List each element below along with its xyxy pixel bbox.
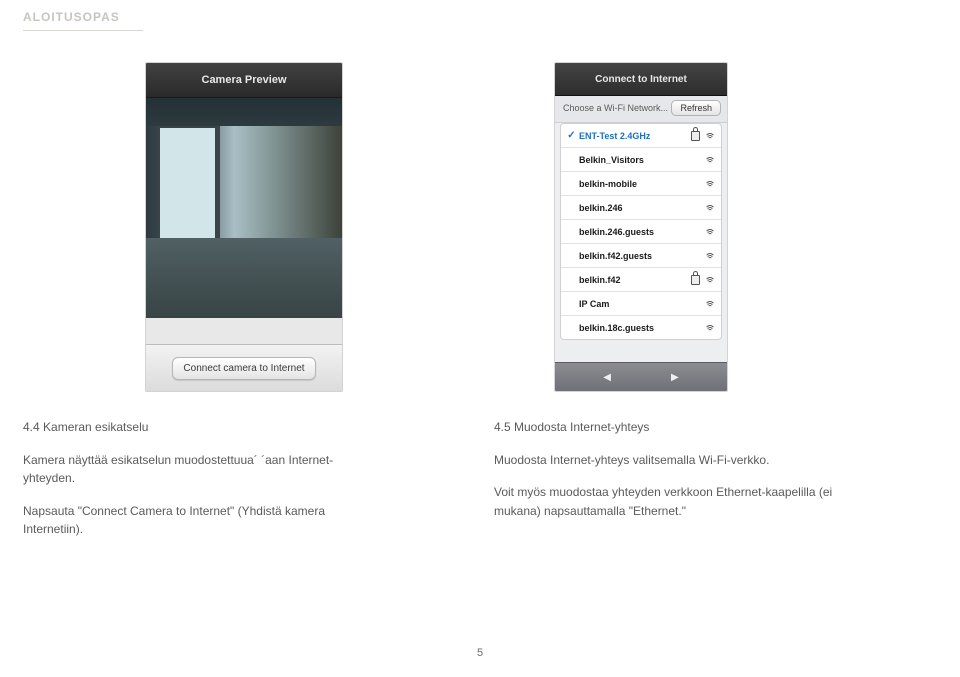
wifi-signal-icon: [705, 299, 715, 308]
choose-network-label: Choose a Wi-Fi Network...: [563, 103, 668, 113]
checkmark-icon: ✓: [567, 130, 576, 141]
connect-camera-button[interactable]: Connect camera to Internet: [172, 357, 315, 380]
choose-network-row: Choose a Wi-Fi Network... Refresh: [555, 96, 727, 123]
wifi-network-row[interactable]: ✓belkin-mobile: [561, 172, 721, 196]
body-text: Voit myös muodostaa yhteyden verkkoon Et…: [494, 483, 854, 520]
wifi-network-row[interactable]: ✓belkin.f42: [561, 268, 721, 292]
wifi-signal-icon: [705, 227, 715, 236]
body-text: Napsauta "Connect Camera to Internet" (Y…: [23, 502, 383, 539]
camera-preview-image: [146, 98, 342, 318]
wifi-signal-icon: [705, 179, 715, 188]
lock-icon: [691, 275, 700, 285]
wifi-network-list: ✓ENT-Test 2.4GHz✓Belkin_Visitors✓belkin-…: [560, 123, 722, 340]
wifi-network-row[interactable]: ✓belkin.f42.guests: [561, 244, 721, 268]
body-text: Kamera näyttää esikatselun muodostettuua…: [23, 451, 383, 488]
wifi-network-name: belkin.246.guests: [579, 227, 654, 237]
section-heading-4-4: 4.4 Kameran esikatselu: [23, 418, 383, 437]
screenshot-connect-internet: Connect to Internet Choose a Wi-Fi Netwo…: [554, 62, 728, 392]
left-text-column: 4.4 Kameran esikatselu Kamera näyttää es…: [23, 418, 383, 553]
wifi-network-name: belkin.f42: [579, 275, 621, 285]
wifi-signal-icon: [705, 155, 715, 164]
wifi-network-name: belkin.f42.guests: [579, 251, 652, 261]
wifi-signal-icon: [705, 275, 715, 284]
wifi-signal-icon: [705, 251, 715, 260]
wifi-network-name: Belkin_Visitors: [579, 155, 644, 165]
wifi-network-name: belkin-mobile: [579, 179, 637, 189]
wifi-signal-icon: [705, 131, 715, 140]
wifi-network-row[interactable]: ✓belkin.18c.guests: [561, 316, 721, 339]
wifi-network-row[interactable]: ✓Belkin_Visitors: [561, 148, 721, 172]
wifi-signal-icon: [705, 203, 715, 212]
wifi-network-row[interactable]: ✓ENT-Test 2.4GHz: [561, 124, 721, 148]
wifi-network-name: belkin.18c.guests: [579, 323, 654, 333]
body-text: Muodosta Internet-yhteys valitsemalla Wi…: [494, 451, 854, 470]
wifi-network-row[interactable]: ✓IP Cam: [561, 292, 721, 316]
wifi-network-name: IP Cam: [579, 299, 609, 309]
nav-next-icon[interactable]: ▶: [671, 372, 679, 383]
camera-preview-titlebar: Camera Preview: [146, 63, 342, 98]
right-text-column: 4.5 Muodosta Internet-yhteys Muodosta In…: [494, 418, 854, 534]
section-heading-4-5: 4.5 Muodosta Internet-yhteys: [494, 418, 854, 437]
camera-preview-toolbar: Connect camera to Internet: [146, 344, 342, 391]
wifi-signal-icon: [705, 323, 715, 332]
connect-internet-titlebar: Connect to Internet: [555, 63, 727, 96]
wifi-network-row[interactable]: ✓belkin.246.guests: [561, 220, 721, 244]
lock-icon: [691, 131, 700, 141]
screenshot-camera-preview: Camera Preview Connect camera to Interne…: [145, 62, 343, 392]
wifi-network-row[interactable]: ✓belkin.246: [561, 196, 721, 220]
nav-prev-icon[interactable]: ◀: [603, 372, 611, 383]
page-header: ALOITUSOPAS: [23, 10, 120, 24]
page-number: 5: [0, 647, 960, 659]
refresh-button[interactable]: Refresh: [671, 100, 721, 116]
wifi-network-name: belkin.246: [579, 203, 623, 213]
wifi-network-name: ENT-Test 2.4GHz: [579, 131, 650, 141]
header-rule: [23, 30, 143, 31]
bottom-nav: ◀ ▶: [555, 362, 727, 391]
